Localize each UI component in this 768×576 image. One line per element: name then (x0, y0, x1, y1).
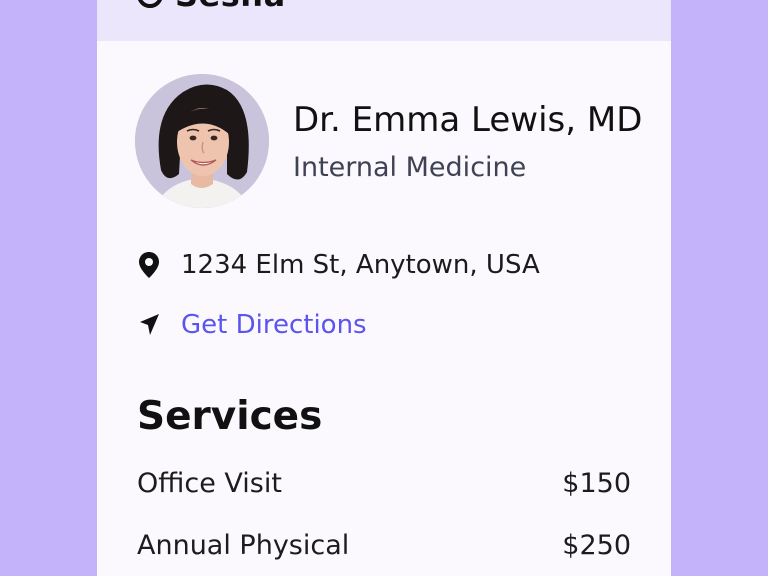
brand-name: Sesha (175, 0, 286, 14)
service-name: Annual Physical (137, 530, 350, 561)
navigation-arrow-icon (140, 314, 159, 335)
service-price: $250 (562, 530, 631, 561)
provider-card: Sesha Dr. Emma Lewis, MD Internal Medici… (97, 0, 671, 576)
header-bar: Sesha (97, 0, 671, 41)
service-price: $150 (562, 468, 631, 499)
doctor-name: Dr. Emma Lewis, MD (293, 100, 643, 140)
map-pin-icon (139, 252, 159, 278)
brand[interactable]: Sesha (137, 0, 286, 14)
doctor-specialty: Internal Medicine (293, 152, 527, 183)
address-text: 1234 Elm St, Anytown, USA (181, 250, 540, 280)
service-name: Office Visit (137, 468, 282, 499)
directions-row[interactable]: Get Directions (137, 310, 367, 340)
brand-logo-icon (137, 0, 163, 8)
service-row: Annual Physical $250 (137, 530, 631, 561)
avatar-portrait-icon (135, 74, 269, 208)
doctor-avatar (135, 74, 269, 208)
get-directions-link[interactable]: Get Directions (181, 310, 367, 340)
address-row: 1234 Elm St, Anytown, USA (137, 250, 540, 280)
service-row: Office Visit $150 (137, 468, 631, 499)
services-title: Services (137, 394, 323, 439)
